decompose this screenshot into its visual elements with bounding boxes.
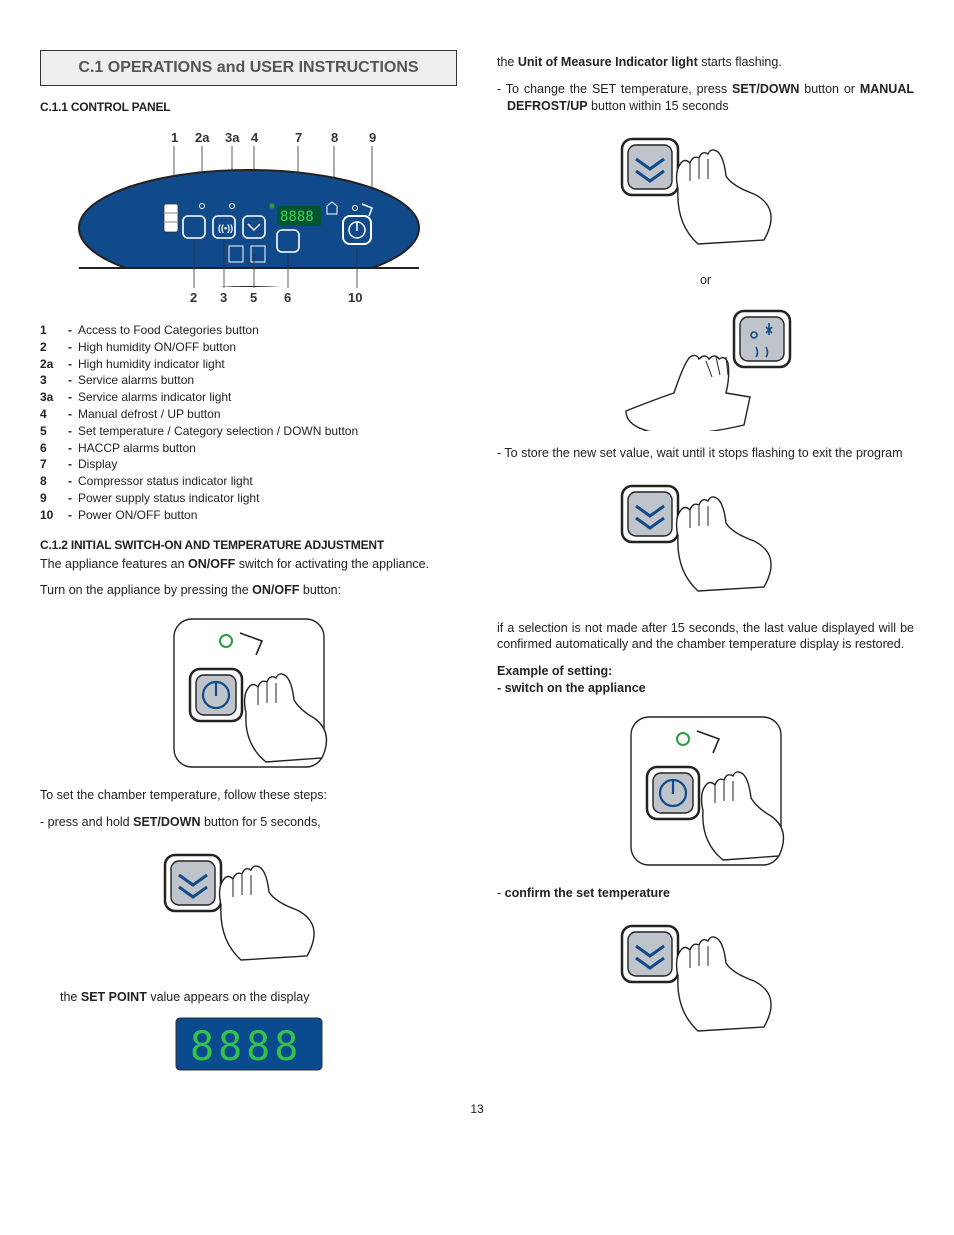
section-title: C.1 OPERATIONS and USER INSTRUCTIONS — [40, 50, 457, 86]
setdown-figure-1 — [40, 845, 457, 975]
right-p1: the Unit of Measure Indicator light star… — [497, 54, 914, 71]
svg-text:8: 8 — [331, 130, 338, 145]
setdown-figure-2 — [497, 129, 914, 259]
right-p3: - To store the new set value, wait until… — [497, 445, 914, 462]
section-title-text: C.1 OPERATIONS and USER INSTRUCTIONS — [51, 59, 446, 77]
display-figure: 8888 — [40, 1016, 457, 1072]
control-panel-figure: 1 2a 3a 4 7 8 9 — [40, 128, 457, 308]
or-text: or — [497, 273, 914, 287]
svg-text:6: 6 — [284, 290, 291, 305]
svg-text:5: 5 — [250, 290, 257, 305]
svg-text:8888: 8888 — [190, 1024, 302, 1070]
setdown-figure-4 — [497, 916, 914, 1046]
c12-p3: To set the chamber temperature, follow t… — [40, 787, 457, 804]
example-confirm: - confirm the set temperature — [497, 885, 914, 902]
svg-text:1: 1 — [171, 130, 178, 145]
right-p2: - To change the SET temperature, press S… — [497, 81, 914, 115]
c12-p3a: - press and hold SET/DOWN button for 5 s… — [40, 814, 457, 831]
svg-text:((•)): ((•)) — [218, 223, 233, 233]
setdown-figure-3 — [497, 476, 914, 606]
heading-c12: C.1.2 INITIAL SWITCH-ON AND TEMPERATURE … — [40, 538, 457, 552]
onoff-figure-2 — [497, 711, 914, 871]
svg-text:10: 10 — [348, 290, 362, 305]
example-heading: Example of setting:- switch on the appli… — [497, 663, 914, 697]
page-number: 13 — [40, 1102, 914, 1116]
c12-p1: The appliance features an ON/OFF switch … — [40, 556, 457, 573]
svg-text:9: 9 — [369, 130, 376, 145]
defrost-up-figure — [497, 301, 914, 431]
svg-text:2a: 2a — [195, 130, 210, 145]
svg-text:3: 3 — [220, 290, 227, 305]
svg-text:8888: 8888 — [280, 209, 314, 225]
right-p4: if a selection is not made after 15 seco… — [497, 620, 914, 654]
c12-p2: Turn on the appliance by pressing the ON… — [40, 582, 457, 599]
heading-c11: C.1.1 CONTROL PANEL — [40, 100, 457, 114]
svg-text:3a: 3a — [225, 130, 240, 145]
legend-list: 1-Access to Food Categories button 2-Hig… — [40, 322, 457, 524]
svg-text:7: 7 — [295, 130, 302, 145]
svg-text:4: 4 — [251, 130, 259, 145]
c12-p4: the SET POINT value appears on the displ… — [40, 989, 457, 1006]
svg-text:2: 2 — [190, 290, 197, 305]
onoff-figure-1 — [40, 613, 457, 773]
